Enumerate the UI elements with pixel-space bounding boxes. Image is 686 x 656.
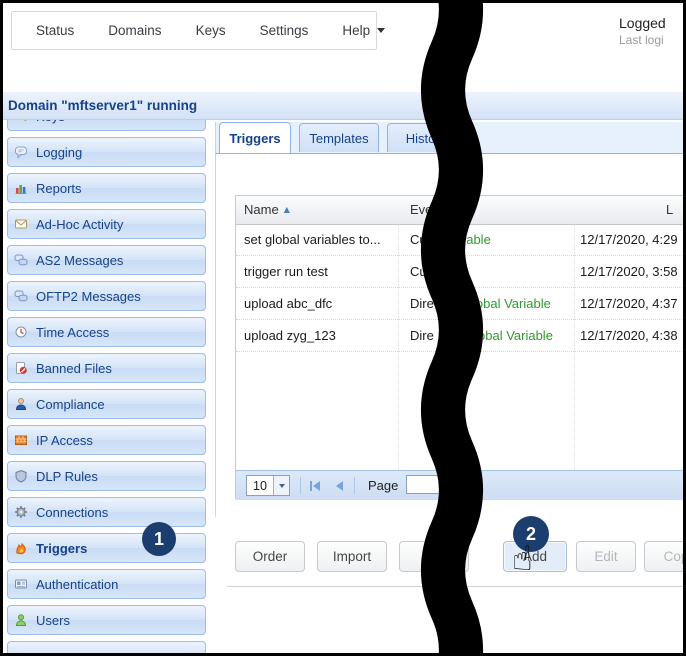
chat-bubbles-icon <box>14 289 30 303</box>
compliance-person-icon <box>14 397 30 411</box>
order-button[interactable]: Order <box>235 541 305 572</box>
sidebar-item-authentication[interactable]: Authentication <box>7 569 206 599</box>
tab-triggers[interactable]: Triggers <box>219 122 291 153</box>
page-label: Page <box>368 478 399 493</box>
logged-in-text: Logged <box>619 15 666 31</box>
app-window: Status Domains Keys Settings Help Logged… <box>0 0 686 656</box>
sidebar-item-ip-access[interactable]: IP Access <box>7 425 206 455</box>
pagination-bar: 10 Page <box>236 470 686 500</box>
sort-asc-icon: ▲ <box>283 205 290 214</box>
page-number-input[interactable] <box>406 475 466 494</box>
tab-history[interactable]: History <box>387 123 465 152</box>
bar-chart-icon <box>14 181 30 195</box>
column-divider <box>398 224 399 470</box>
sidebar-item-banned-files[interactable]: Banned Files <box>7 353 206 383</box>
sidebar-item-time-access[interactable]: Time Access <box>7 317 206 347</box>
skip-start-icon <box>313 481 320 491</box>
sidebar-item-connections[interactable]: Connections <box>7 497 206 527</box>
domain-status-bar: Domain "mftserver1" running <box>0 92 686 120</box>
last-login-text: Last logi <box>619 33 664 47</box>
pager-divider <box>300 477 301 494</box>
sidebar-item-oftp2-messages[interactable]: OFTP2 Messages <box>7 281 206 311</box>
envelope-icon <box>14 217 30 231</box>
page-size-select[interactable]: 10 <box>246 475 290 496</box>
sidebar-item-reports[interactable]: Reports <box>7 173 206 203</box>
edit-button[interactable]: Edit <box>576 541 636 572</box>
table-row[interactable]: upload abc_dfc Direc lobal Variable 12/1… <box>236 288 686 320</box>
hand-cursor-icon: ☝ <box>512 539 533 579</box>
id-card-icon <box>14 577 30 591</box>
arrow-left-icon <box>335 481 343 491</box>
column-divider <box>574 224 575 470</box>
main-nav: Status Domains Keys Settings Help <box>11 11 386 50</box>
brick-wall-icon <box>14 433 30 447</box>
step-1-badge: 1 <box>142 522 176 556</box>
trigger-flame-icon <box>14 541 30 555</box>
nav-settings[interactable]: Settings <box>260 23 309 38</box>
sidebar-item-as2-messages[interactable]: AS2 Messages <box>7 245 206 275</box>
nav-help[interactable]: Help <box>342 23 386 38</box>
caret-down-icon <box>377 28 386 33</box>
gear-icon <box>14 505 30 519</box>
first-page-button[interactable] <box>306 478 324 494</box>
chevron-down-icon <box>273 476 289 495</box>
user-icon <box>14 613 30 627</box>
copy-button[interactable]: Cop <box>644 541 686 572</box>
table-header: Name ▲ Even L <box>236 196 686 225</box>
table-row[interactable]: trigger run test Curr 12/17/2020, 3:58 <box>236 256 686 288</box>
sidebar-item-dlp-rules[interactable]: DLP Rules <box>7 461 206 491</box>
sidebar-item-partial[interactable] <box>7 641 206 656</box>
shield-icon <box>14 469 30 483</box>
chat-bubbles-icon <box>14 253 30 267</box>
page-size-value: 10 <box>253 478 267 493</box>
import-button[interactable]: Import <box>317 541 387 572</box>
column-header-last[interactable]: L <box>666 202 673 217</box>
triggers-table: Name ▲ Even L set global variables to... … <box>235 195 686 500</box>
sidebar-item-logging[interactable]: Logging <box>7 137 206 167</box>
nav-domains[interactable]: Domains <box>108 23 161 38</box>
column-header-event[interactable]: Even <box>410 202 440 217</box>
table-row[interactable]: upload zyg_123 Dire Global Variable 12/1… <box>236 320 686 352</box>
sidebar-item-users[interactable]: Users <box>7 605 206 635</box>
tab-templates[interactable]: Templates <box>299 123 379 152</box>
tab-strip: Triggers Templates History <box>215 122 686 154</box>
prev-page-button[interactable] <box>330 478 348 494</box>
banned-file-icon <box>14 361 30 375</box>
sidebar-item-compliance[interactable]: Compliance <box>7 389 206 419</box>
sidebar-item-adhoc-activity[interactable]: Ad-Hoc Activity <box>7 209 206 239</box>
sidebar-item-triggers[interactable]: Triggers <box>7 533 206 563</box>
nav-keys[interactable]: Keys <box>196 23 226 38</box>
clock-icon <box>14 325 30 339</box>
nav-status[interactable]: Status <box>36 23 74 38</box>
table-row[interactable]: set global variables to... Cur riable 12… <box>236 224 686 256</box>
sidebar: Keys Logging Reports Ad-Hoc Activity AS2… <box>7 101 206 656</box>
column-header-name[interactable]: Name ▲ <box>244 202 290 217</box>
pager-divider <box>354 477 355 494</box>
horizontal-divider <box>227 586 686 587</box>
log-bubble-icon <box>14 145 30 159</box>
account-info: Logged Last logi <box>619 15 666 47</box>
export-button[interactable]: Exp <box>399 541 469 572</box>
